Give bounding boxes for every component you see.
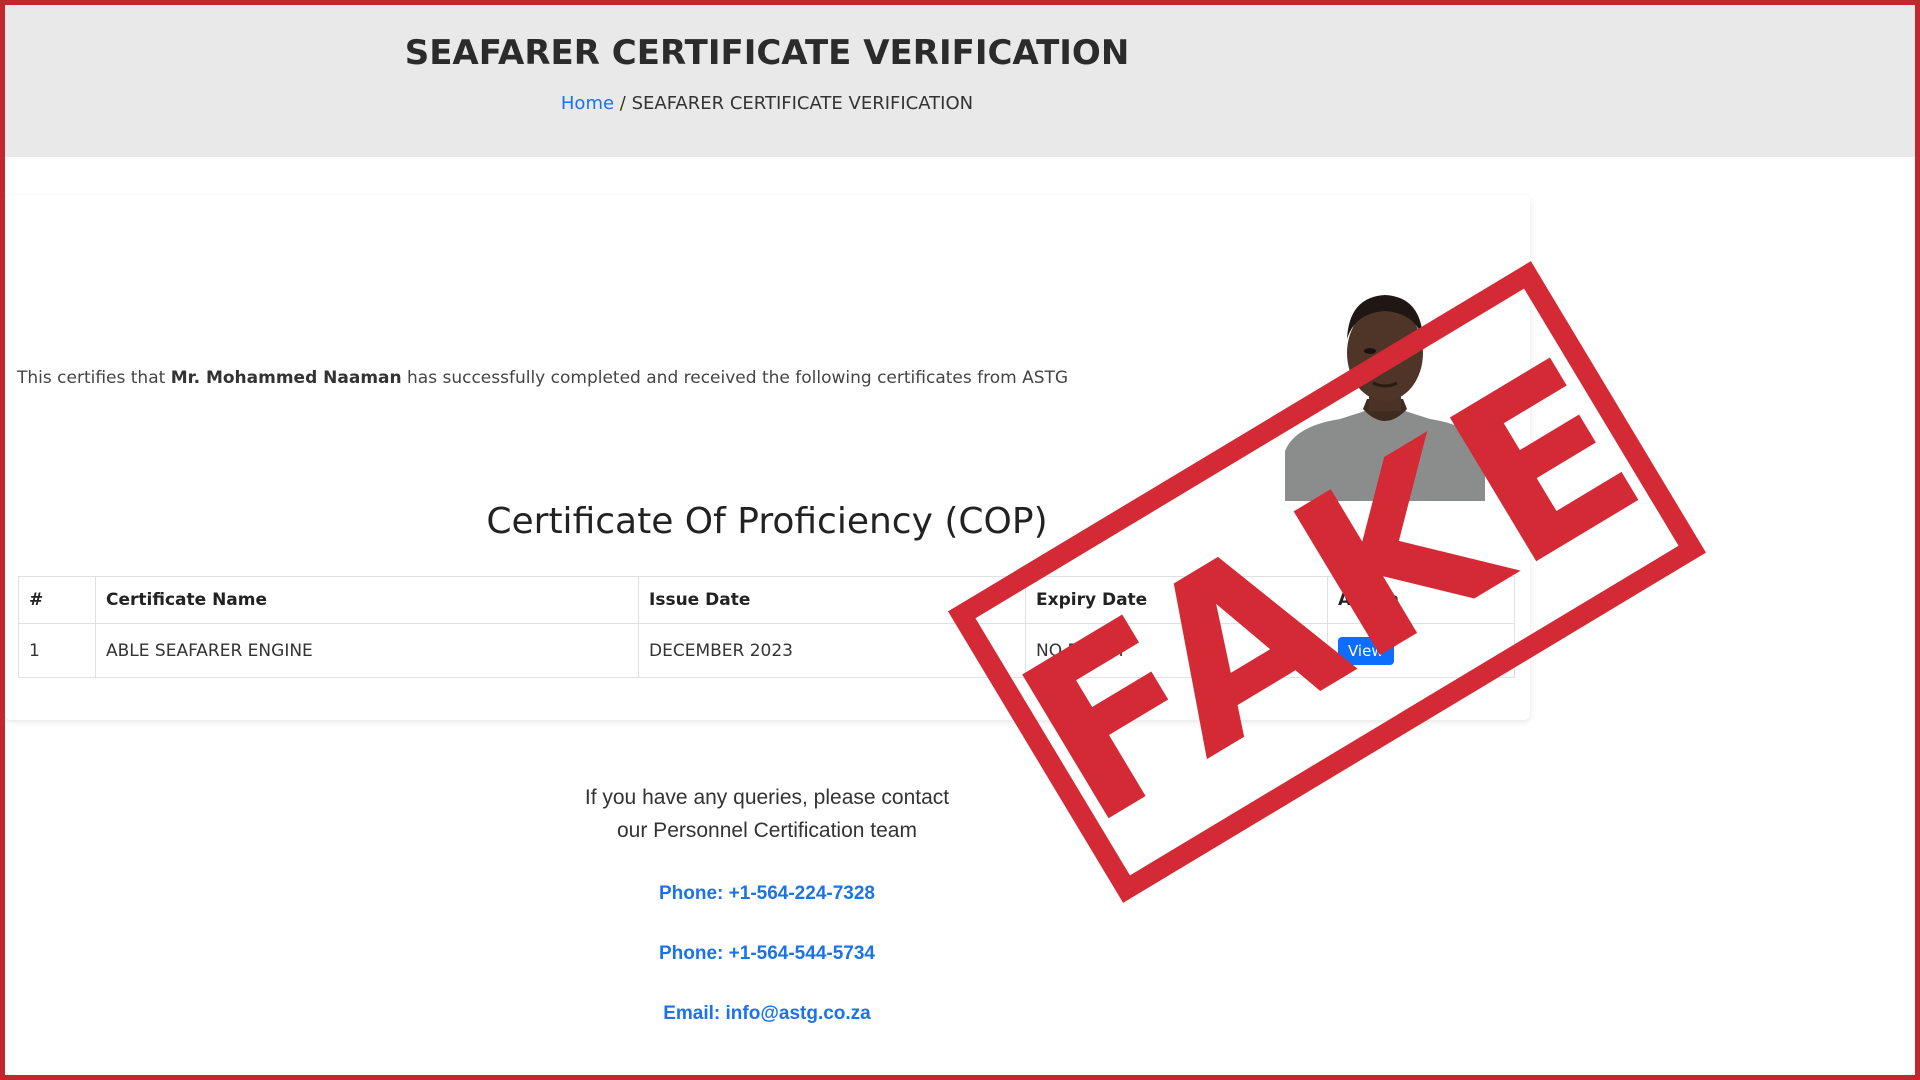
- cell-expiry-date: NO EXPIRY: [1025, 623, 1328, 678]
- screenshot-frame: SEAFARER CERTIFICATE VERIFICATION Home /…: [0, 0, 1920, 1080]
- column-header-issue-date: Issue Date: [638, 576, 1026, 624]
- phone-link-1[interactable]: Phone: +1-564-224-7328: [5, 883, 1529, 905]
- table-row: 1 ABLE SEAFARER ENGINE DECEMBER 2023 NO …: [18, 623, 1515, 678]
- section-title: Certificate Of Proficiency (COP): [486, 501, 1048, 542]
- table-header-row: # Certificate Name Issue Date Expiry Dat…: [18, 576, 1515, 624]
- portrait-image: [1285, 291, 1485, 501]
- certification-prefix: This certifies that: [17, 368, 166, 388]
- phone-link-2[interactable]: Phone: +1-564-544-5734: [5, 943, 1529, 965]
- holder-photo: [1285, 291, 1485, 501]
- cell-certificate-name: ABLE SEAFARER ENGINE: [95, 623, 639, 678]
- contact-line-2: our Personnel Certification team: [617, 819, 917, 842]
- cell-issue-date: DECEMBER 2023: [638, 623, 1026, 678]
- certification-statement: This certifies that Mr. Mohammed Naaman …: [17, 368, 1068, 388]
- cell-index: 1: [18, 623, 96, 678]
- contact-message: If you have any queries, please contact …: [5, 781, 1529, 847]
- cell-action: View: [1327, 623, 1515, 678]
- column-header-expiry-date: Expiry Date: [1025, 576, 1328, 624]
- certification-suffix: has successfully completed and received …: [407, 368, 1069, 388]
- certificates-table: # Certificate Name Issue Date Expiry Dat…: [18, 576, 1515, 678]
- breadcrumb-current: SEAFARER CERTIFICATE VERIFICATION: [631, 93, 974, 114]
- holder-name: Mr. Mohammed Naaman: [170, 368, 402, 388]
- breadcrumb-separator: /: [619, 93, 626, 114]
- page-header: SEAFARER CERTIFICATE VERIFICATION Home /…: [5, 5, 1915, 157]
- contact-line-1: If you have any queries, please contact: [584, 786, 950, 809]
- column-header-certificate-name: Certificate Name: [95, 576, 639, 624]
- breadcrumb: Home / SEAFARER CERTIFICATE VERIFICATION: [5, 93, 1529, 114]
- email-link[interactable]: Email: info@astg.co.za: [5, 1003, 1529, 1025]
- breadcrumb-home-link[interactable]: Home: [561, 93, 614, 114]
- page-title: SEAFARER CERTIFICATE VERIFICATION: [404, 33, 1130, 73]
- view-button[interactable]: View: [1338, 636, 1394, 665]
- column-header-action: Action: [1327, 576, 1515, 624]
- column-header-index: #: [18, 576, 96, 624]
